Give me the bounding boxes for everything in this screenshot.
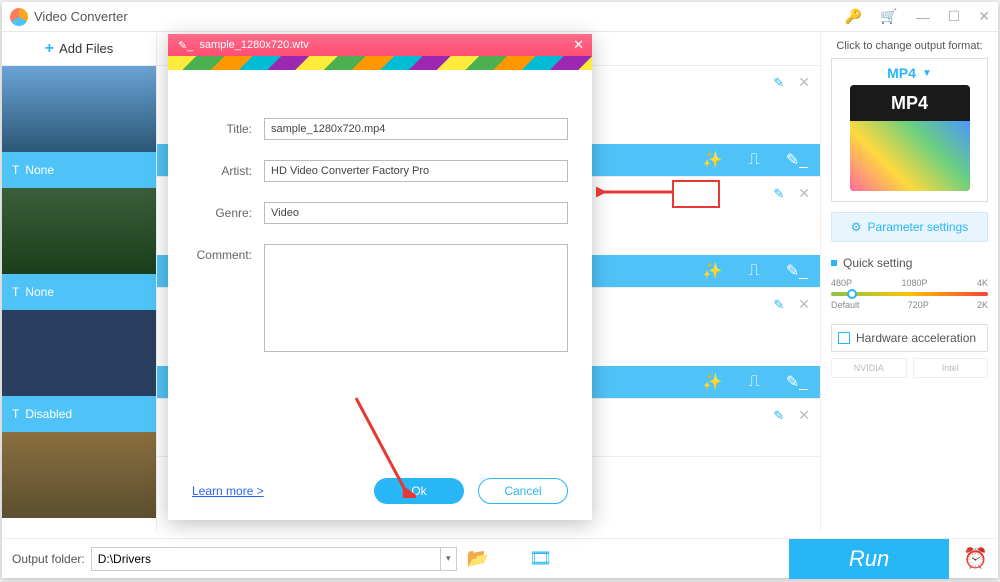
metadata-icon[interactable]: ✎_ bbox=[786, 150, 808, 170]
rename-icon[interactable]: ✎ bbox=[773, 186, 784, 202]
genre-label: Genre: bbox=[192, 202, 252, 220]
hardware-accel-toggle[interactable]: Hardware acceleration bbox=[831, 324, 988, 352]
left-sidebar: + Add Files T None T None T Disabled bbox=[2, 32, 157, 530]
stamp-icon[interactable]: ⎍ bbox=[748, 151, 759, 169]
edit-icon: ✎_ bbox=[178, 39, 193, 52]
quality-slider[interactable] bbox=[831, 292, 988, 296]
subtitle-bar-1[interactable]: T None bbox=[2, 152, 156, 188]
output-folder-input[interactable] bbox=[91, 547, 441, 571]
subtitle-label-1: None bbox=[25, 163, 54, 177]
output-panel: Click to change output format: MP4 ▼ MP4… bbox=[820, 32, 998, 530]
effects-icon[interactable]: ✨ bbox=[703, 261, 723, 281]
subtitle-label-2: None bbox=[25, 285, 54, 299]
remove-file-icon[interactable]: ✕ bbox=[798, 185, 810, 202]
quick-setting-label: Quick setting bbox=[843, 256, 912, 270]
text-icon: T bbox=[12, 285, 19, 299]
key-icon[interactable]: 🔑 bbox=[845, 8, 862, 25]
artist-input[interactable] bbox=[264, 160, 568, 182]
metadata-icon[interactable]: ✎_ bbox=[786, 261, 808, 281]
stamp-icon[interactable]: ⎍ bbox=[748, 373, 759, 391]
close-window-button[interactable]: ✕ bbox=[978, 8, 990, 25]
slider-handle[interactable] bbox=[847, 289, 857, 299]
tick-label: 4K bbox=[977, 278, 988, 288]
titlebar: Video Converter 🔑 🛒 — ☐ ✕ bbox=[2, 2, 998, 32]
maximize-button[interactable]: ☐ bbox=[948, 8, 961, 25]
format-label: MP4 bbox=[887, 65, 916, 81]
subtitle-bar-2[interactable]: T None bbox=[2, 274, 156, 310]
merge-icon[interactable]: 🎞 bbox=[529, 548, 552, 569]
genre-input[interactable] bbox=[264, 202, 568, 224]
subtitle-bar-3[interactable]: T Disabled bbox=[2, 396, 156, 432]
add-files-button[interactable]: + Add Files bbox=[2, 32, 156, 66]
comment-label: Comment: bbox=[192, 244, 252, 262]
metadata-icon[interactable]: ✎_ bbox=[786, 372, 808, 392]
video-thumb-2[interactable] bbox=[2, 188, 156, 274]
video-thumb-1[interactable] bbox=[2, 66, 156, 152]
cart-icon[interactable]: 🛒 bbox=[880, 8, 897, 25]
run-button[interactable]: Run bbox=[789, 539, 949, 579]
remove-file-icon[interactable]: ✕ bbox=[798, 407, 810, 424]
checkbox-icon bbox=[838, 332, 850, 344]
output-format-selector[interactable]: MP4 ▼ MP4 bbox=[831, 58, 988, 202]
text-icon: T bbox=[12, 163, 19, 177]
text-icon: T bbox=[12, 407, 19, 421]
schedule-icon[interactable]: ⏰ bbox=[963, 546, 988, 571]
format-thumb: MP4 bbox=[850, 85, 970, 191]
effects-icon[interactable]: ✨ bbox=[703, 150, 723, 170]
sliders-icon: ⚙ bbox=[851, 220, 862, 234]
gpu-intel: Intel bbox=[913, 358, 989, 378]
ok-button[interactable]: Ok bbox=[374, 478, 464, 504]
rename-icon[interactable]: ✎ bbox=[773, 408, 784, 424]
video-thumb-4[interactable] bbox=[2, 432, 156, 518]
tick-label: 1080P bbox=[901, 278, 927, 288]
quick-setting-section: Quick setting 480P 1080P 4K Default 720P… bbox=[831, 256, 988, 310]
learn-more-link[interactable]: Learn more > bbox=[192, 484, 264, 498]
hw-accel-label: Hardware acceleration bbox=[856, 331, 976, 345]
dialog-close-button[interactable]: ✕ bbox=[573, 37, 584, 53]
add-files-label: Add Files bbox=[59, 41, 113, 56]
effects-icon[interactable]: ✨ bbox=[703, 372, 723, 392]
gpu-nvidia: NVIDIA bbox=[831, 358, 907, 378]
dialog-filename: sample_1280x720.wtv bbox=[199, 39, 308, 51]
video-thumb-3[interactable] bbox=[2, 310, 156, 396]
tick-label: Default bbox=[831, 300, 860, 310]
title-label: Title: bbox=[192, 118, 252, 136]
output-folder-label: Output folder: bbox=[12, 552, 85, 566]
artist-label: Artist: bbox=[192, 160, 252, 178]
tick-label: 720P bbox=[908, 300, 929, 310]
parameter-settings-button[interactable]: ⚙ Parameter settings bbox=[831, 212, 988, 242]
app-title: Video Converter bbox=[34, 9, 845, 24]
format-thumb-label: MP4 bbox=[850, 85, 970, 121]
minimize-button[interactable]: — bbox=[916, 9, 930, 25]
remove-file-icon[interactable]: ✕ bbox=[798, 74, 810, 91]
bottom-bar: Output folder: ▾ 📂 🎞 Run ⏰ bbox=[2, 538, 998, 578]
title-input[interactable] bbox=[264, 118, 568, 140]
subtitle-label-3: Disabled bbox=[25, 407, 72, 421]
dialog-titlebar: ✎_ sample_1280x720.wtv ✕ bbox=[168, 34, 592, 56]
comment-input[interactable] bbox=[264, 244, 568, 352]
chevron-down-icon: ▼ bbox=[922, 68, 932, 79]
app-logo-icon bbox=[10, 8, 28, 26]
cancel-button[interactable]: Cancel bbox=[478, 478, 568, 504]
rename-icon[interactable]: ✎ bbox=[773, 297, 784, 313]
param-label: Parameter settings bbox=[868, 220, 969, 234]
stamp-icon[interactable]: ⎍ bbox=[748, 262, 759, 280]
plus-icon: + bbox=[45, 40, 54, 58]
decorative-stripe bbox=[168, 56, 592, 70]
browse-folder-icon[interactable]: 📂 bbox=[467, 548, 489, 569]
output-folder-dropdown[interactable]: ▾ bbox=[441, 547, 457, 571]
rename-icon[interactable]: ✎ bbox=[773, 75, 784, 91]
remove-file-icon[interactable]: ✕ bbox=[798, 296, 810, 313]
tick-label: 2K bbox=[977, 300, 988, 310]
output-header: Click to change output format: bbox=[831, 40, 988, 52]
tick-label: 480P bbox=[831, 278, 852, 288]
metadata-dialog: ✎_ sample_1280x720.wtv ✕ Title: Artist: … bbox=[168, 34, 592, 520]
bullet-icon bbox=[831, 260, 837, 266]
